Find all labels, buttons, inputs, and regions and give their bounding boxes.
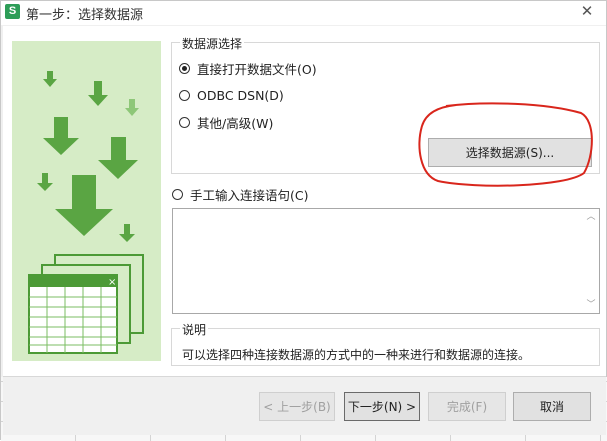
radio-open-data-file[interactable]: 直接打开数据文件(O) <box>179 60 317 77</box>
dialog-body: × 数据源选择 直接打开数据文件(O) ODBC DSN(D) 其他/高级(W)… <box>3 26 606 376</box>
scroll-up-icon[interactable]: ︿ <box>586 212 596 222</box>
cancel-button[interactable]: 取消 <box>513 392 591 421</box>
radio-dot-other-advanced[interactable] <box>179 116 190 128</box>
datasource-group-legend: 数据源选择 <box>180 35 245 52</box>
description-group: 说明 可以选择四种连接数据源的方式中的一种来进行和数据源的连接。 <box>171 321 600 366</box>
radio-label-manual-connection: 手工输入连接语句(C) <box>190 187 309 203</box>
description-group-legend: 说明 <box>180 321 209 338</box>
textarea-scrollbar[interactable]: ︿ ﹀ <box>583 209 599 313</box>
prev-step-button[interactable]: < 上一步(B) <box>259 392 335 421</box>
footer-bar: < 上一步(B) 下一步(N) > 完成(F) 取消 <box>3 377 606 435</box>
radio-label-other-advanced: 其他/高级(W) <box>197 115 274 131</box>
dialog-window: S 第一步：选择数据源 ✕ × 数据源选择 直接打开数据文件(O) ODBC D… <box>0 0 607 441</box>
select-datasource-button[interactable]: 选择数据源(S)... <box>428 138 592 167</box>
description-text: 可以选择四种连接数据源的方式中的一种来进行和数据源的连接。 <box>182 348 531 362</box>
radio-manual-connection[interactable]: 手工输入连接语句(C) <box>172 186 309 203</box>
svg-text:×: × <box>108 277 116 288</box>
finish-button[interactable]: 完成(F) <box>428 392 506 421</box>
radio-odbc-dsn[interactable]: ODBC DSN(D) <box>179 87 284 103</box>
radio-other-advanced[interactable]: 其他/高级(W) <box>179 114 274 131</box>
data-import-illustration-icon: × <box>28 71 144 354</box>
wizard-illustration: × <box>12 41 161 361</box>
scroll-down-icon[interactable]: ﹀ <box>586 300 596 310</box>
radio-dot-odbc-dsn[interactable] <box>179 89 190 101</box>
app-logo-icon: S <box>5 4 20 19</box>
title-bar[interactable]: S 第一步：选择数据源 ✕ <box>1 1 606 25</box>
connection-string-input[interactable]: ︿ ﹀ <box>172 208 600 314</box>
window-title: 第一步：选择数据源 <box>26 8 144 23</box>
radio-label-odbc-dsn: ODBC DSN(D) <box>197 87 284 103</box>
radio-dot-manual-connection[interactable] <box>172 188 183 200</box>
radio-dot-open-data-file[interactable] <box>179 62 190 74</box>
radio-label-open-data-file: 直接打开数据文件(O) <box>197 61 317 77</box>
close-icon[interactable]: ✕ <box>578 2 596 20</box>
next-step-button[interactable]: 下一步(N) > <box>344 392 420 421</box>
